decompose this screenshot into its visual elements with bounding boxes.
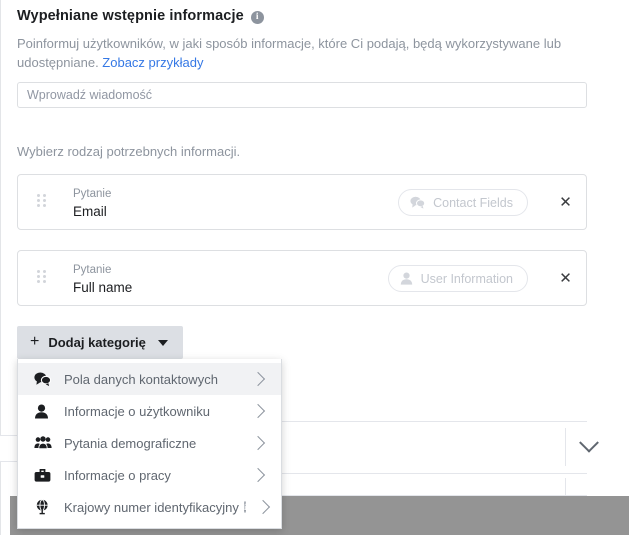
chevron-right-icon xyxy=(256,499,271,515)
menu-item-label: Krajowy numer identyfikacyjny xyxy=(64,499,239,515)
menu-item-label: Informacje o użytkowniku xyxy=(64,403,210,419)
menu-item-contact-fields[interactable]: Pola danych kontaktowych xyxy=(18,363,281,395)
prefill-info-panel: Wypełniane wstępnie informacje i Poinform… xyxy=(0,0,629,535)
plus-icon: + xyxy=(30,332,40,350)
add-category-button[interactable]: + Dodaj kategorię xyxy=(17,326,183,359)
question-meta: Pytanie Full name xyxy=(73,263,132,297)
people-group-icon xyxy=(34,436,54,450)
caret-down-icon xyxy=(157,339,168,346)
add-category-label: Dodaj kategorię xyxy=(48,335,146,350)
message-input[interactable] xyxy=(17,82,587,108)
question-type-label: Pytanie xyxy=(73,264,112,276)
see-examples-link[interactable]: Zobacz przykłady xyxy=(102,55,203,70)
menu-item-label: Informacje o pracy xyxy=(64,467,171,483)
remove-question-button[interactable]: ✕ xyxy=(558,271,573,286)
menu-item-label: Pola danych kontaktowych xyxy=(64,371,218,387)
category-pill[interactable]: Contact Fields xyxy=(398,189,528,216)
question-meta: Pytanie Email xyxy=(73,187,111,221)
drag-handle-icon[interactable] xyxy=(37,194,46,208)
choose-info-type-label: Wybierz rodzaj potrzebnych informacji. xyxy=(17,144,241,159)
section-description: Poinformuj użytkowników, w jaki sposób i… xyxy=(17,34,587,72)
section-description-text: Poinformuj użytkowników, w jaki sposób i… xyxy=(17,36,562,70)
chat-bubbles-icon xyxy=(34,372,54,387)
expand-section-button[interactable] xyxy=(565,428,612,466)
menu-item-demographic-questions[interactable]: Pytania demograficzne xyxy=(18,427,281,459)
add-category-dropdown[interactable]: Pola danych kontaktowych Informacje o uż… xyxy=(17,359,282,529)
remove-question-button[interactable]: ✕ xyxy=(558,195,573,210)
question-row[interactable]: Pytanie Email Contact Fields ✕ xyxy=(17,174,587,230)
chevron-right-icon xyxy=(250,467,266,483)
info-icon[interactable]: i xyxy=(243,501,247,513)
menu-item-national-id[interactable]: Krajowy numer identyfikacyjny i xyxy=(18,491,281,523)
drag-handle-icon[interactable] xyxy=(37,270,46,284)
menu-item-work-information[interactable]: Informacje o pracy xyxy=(18,459,281,491)
briefcase-icon xyxy=(34,468,54,483)
question-type-label: Pytanie xyxy=(73,188,112,200)
person-icon xyxy=(400,272,413,285)
menu-item-label: Pytania demograficzne xyxy=(64,435,197,451)
person-icon xyxy=(34,404,54,419)
page-title: Wypełniane wstępnie informacje i xyxy=(17,8,264,24)
menu-item-user-information[interactable]: Informacje o użytkowniku xyxy=(18,395,281,427)
question-value: Email xyxy=(73,204,107,219)
chevron-right-icon xyxy=(250,371,266,387)
section-title-text: Wypełniane wstępnie informacje xyxy=(17,8,244,24)
globe-icon xyxy=(34,499,54,515)
category-pill-label: User Information xyxy=(420,271,513,286)
chevron-right-icon xyxy=(250,435,266,451)
info-icon[interactable]: i xyxy=(250,11,264,24)
chat-bubbles-icon xyxy=(410,196,426,209)
chevron-right-icon xyxy=(250,403,266,419)
category-pill[interactable]: User Information xyxy=(387,265,528,292)
chevron-down-icon xyxy=(579,432,599,453)
question-value: Full name xyxy=(73,280,133,295)
question-row[interactable]: Pytanie Full name User Information ✕ xyxy=(17,250,587,306)
expand-section-button-secondary[interactable] xyxy=(565,478,612,496)
category-pill-label: Contact Fields xyxy=(433,195,513,210)
